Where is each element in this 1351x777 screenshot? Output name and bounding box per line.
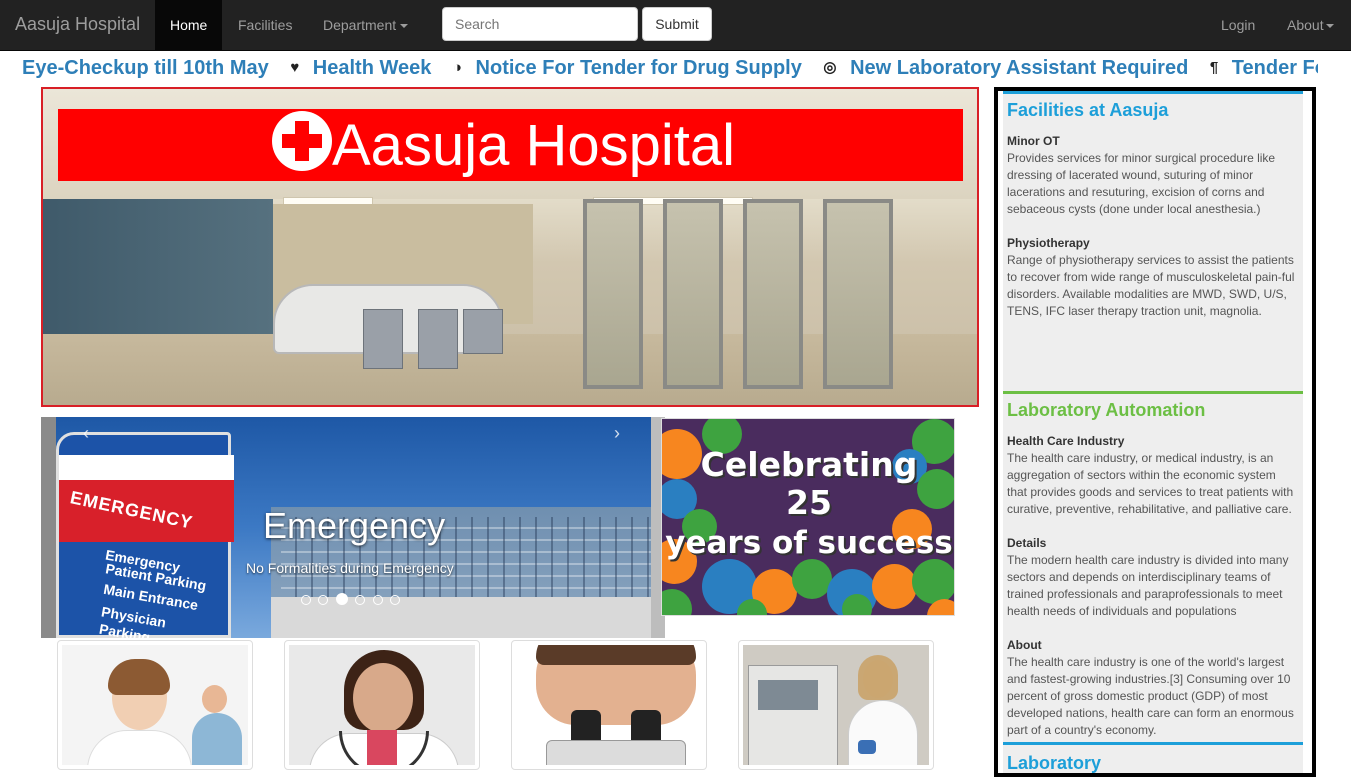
carousel-prev-button[interactable]: ‹ [83, 423, 89, 444]
nav-about-dropdown[interactable]: About [1272, 0, 1351, 50]
thumbnail-microscope[interactable] [511, 640, 707, 770]
celebration-line-3: years of success [665, 525, 953, 561]
hero-title: Aasuja Hospital [332, 113, 735, 178]
carousel-indicator[interactable] [372, 595, 383, 605]
record-icon: ◎ [823, 59, 837, 76]
hero-door [663, 199, 723, 389]
hero-cabinet [363, 309, 403, 369]
ticker-item[interactable]: Notice For Tender for Drug Supply [476, 54, 802, 82]
nav-login[interactable]: Login [1206, 0, 1270, 50]
thumbnail-image [516, 645, 702, 765]
bubble [842, 594, 872, 615]
carousel-next-button[interactable]: › [614, 423, 620, 444]
thumbnail-doctor-female[interactable] [57, 640, 253, 770]
cutlery-icon: ¶ [1209, 59, 1219, 76]
facility-text: Provides services for minor surgical pro… [1007, 151, 1276, 216]
person-hair [536, 645, 696, 665]
ticker-item[interactable]: Eye-Checkup till 10th May [22, 54, 269, 82]
laboratory-next-title: Laboratory [1007, 753, 1102, 773]
celebration-line-2: 25 [786, 483, 832, 522]
navbar-brand[interactable]: Aasuja Hospital [15, 14, 140, 35]
carousel-indicators [301, 592, 403, 605]
hero-cabinet [463, 309, 503, 354]
celebration-line-1: Celebrating [700, 445, 918, 484]
sign-stripe [59, 455, 234, 480]
chevron-down-icon [400, 24, 409, 29]
person-hair [858, 655, 898, 700]
facilities-title: Facilities at Aasuja [1007, 100, 1169, 120]
nav-about-label: About [1287, 17, 1324, 33]
thumbnail-image [289, 645, 475, 765]
nav-department-dropdown[interactable]: Department [308, 0, 423, 50]
glove [858, 740, 876, 754]
bubble [872, 564, 917, 609]
ticker-track: Eye-Checkup till 10th May ♥ Health Week … [22, 54, 1318, 82]
facility-name: Physiotherapy [1007, 236, 1090, 250]
ticker-item[interactable]: Health Week [313, 54, 432, 82]
facility-name: Minor OT [1007, 134, 1060, 148]
bubble [912, 559, 954, 604]
lab-item-text: The modern health care industry is divid… [1007, 553, 1289, 618]
person-head [202, 685, 227, 713]
person-hair [108, 659, 170, 695]
nav-facilities[interactable]: Facilities [223, 0, 307, 50]
carousel-indicator[interactable] [355, 595, 366, 605]
hero-door [743, 199, 803, 389]
facility-text: Range of physiotherapy services to assis… [1007, 253, 1295, 318]
person-body [848, 700, 918, 765]
submit-button[interactable]: Submit [642, 7, 712, 41]
carousel-indicator[interactable] [318, 595, 329, 605]
lab-item-name: Details [1007, 536, 1047, 550]
carousel-caption-text: No Formalities during Emergency [246, 560, 454, 576]
medical-cross-icon-h [282, 134, 322, 148]
facilities-section: Facilities at Aasuja Minor OT Provides s… [1003, 91, 1303, 391]
lab-item-text: The health care industry is one of the w… [1007, 655, 1294, 737]
laboratory-next-section: Laboratory [1003, 742, 1303, 773]
person-head [353, 663, 413, 733]
tint-icon: ◑ [452, 59, 462, 76]
stethoscope-icon [339, 731, 429, 765]
carousel-caption-title: Emergency [263, 505, 446, 546]
carousel-indicator-active[interactable] [335, 593, 348, 605]
carousel-indicator[interactable] [301, 595, 311, 605]
ticker-item[interactable]: New Laboratory Assistant Required [850, 54, 1188, 82]
nav-department-label: Department [323, 17, 397, 33]
news-ticker: Eye-Checkup till 10th May ♥ Health Week … [22, 54, 1318, 84]
chevron-down-icon [1325, 24, 1334, 29]
bubble [792, 559, 832, 599]
lab-item-name: About [1007, 638, 1042, 652]
thumbnail-image [62, 645, 248, 765]
lab-item-text: The health care industry, or medical ind… [1007, 451, 1294, 516]
thumbnail-doctor-stethoscope[interactable] [284, 640, 480, 770]
celebration-banner: Celebrating 25 years of success [661, 418, 955, 616]
microscope-body [546, 740, 686, 765]
lab-item-name: Health Care Industry [1007, 434, 1125, 448]
sidebar: Facilities at Aasuja Minor OT Provides s… [994, 87, 1316, 777]
thumbnail-laboratory[interactable] [738, 640, 934, 770]
carousel-indicator[interactable] [390, 595, 401, 605]
hero-banner: Aasuja Hospital [41, 87, 979, 407]
navbar: Aasuja Hospital Home Facilities Departme… [0, 0, 1351, 51]
lab-machine-panel [758, 680, 818, 710]
thumbnail-image [743, 645, 929, 765]
carousel-edge [41, 417, 56, 638]
carousel: EMERGENCY Emergency Patient Parking Main… [41, 417, 665, 638]
laboratory-section: Laboratory Automation Health Care Indust… [1003, 391, 1303, 742]
hero-door [823, 199, 893, 389]
emergency-sign: EMERGENCY Emergency Patient Parking Main… [56, 432, 234, 638]
search-input[interactable] [442, 7, 638, 41]
hero-cabinet [418, 309, 458, 369]
heart-icon: ♥ [290, 59, 300, 76]
person-body [87, 730, 192, 765]
bubble [662, 589, 692, 615]
hero-door [583, 199, 643, 389]
nav-home[interactable]: Home [155, 0, 223, 50]
ticker-item[interactable]: Tender For C [1232, 54, 1318, 82]
laboratory-title: Laboratory Automation [1007, 400, 1206, 420]
person-body [192, 713, 242, 765]
